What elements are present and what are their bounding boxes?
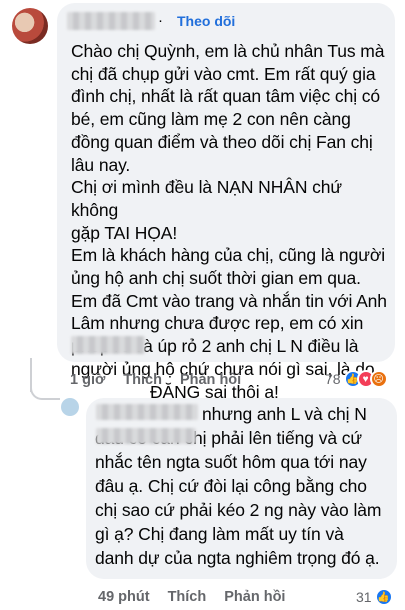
like-button[interactable]: Thích (123, 372, 162, 388)
comment-paragraph: Chào chị Quỳnh, em là chủ nhân Tus mà ch… (71, 41, 385, 175)
commenter-avatar[interactable] (12, 8, 48, 44)
comment-paragraph: Em là khách hàng của chị, cũng là người … (71, 245, 386, 289)
reaction-count: 31 (356, 589, 372, 605)
reply-time[interactable]: 49 phút (98, 589, 150, 605)
comment-actions: 1 giờ Thích Phản hồi (70, 372, 259, 388)
redacted-name (67, 12, 155, 30)
like-icon: 👍 (374, 588, 393, 606)
thread-connector (30, 380, 60, 400)
reaction-count: 78 (325, 371, 341, 387)
follow-button[interactable]: Theo dõi (177, 13, 235, 29)
redacted-text (71, 336, 145, 354)
reply-avatar[interactable] (61, 398, 79, 416)
redacted-text (96, 428, 196, 444)
angry-icon: ☹ (369, 370, 388, 388)
reaction-summary[interactable]: 78 👍 ♥ ☹ (325, 370, 388, 388)
reply-button[interactable]: Phản hồi (180, 372, 241, 388)
reply-first-line: nhưng anh L và chị N (202, 404, 367, 424)
like-button[interactable]: Thích (168, 589, 207, 605)
reply-button[interactable]: Phản hồi (224, 589, 285, 605)
reply-paragraph: đâu có cần chị phải lên tiếng và cứ nhắc… (95, 428, 382, 568)
separator-dot: · (158, 12, 163, 29)
comment-paragraph: Chị ơi mình đều là NẠN NHÂN chứ không gặ… (71, 177, 343, 243)
reply-actions: 49 phút Thích Phản hồi (98, 589, 303, 605)
reaction-summary[interactable]: 31 👍 (356, 588, 393, 606)
comment-time[interactable]: 1 giờ (70, 372, 105, 388)
